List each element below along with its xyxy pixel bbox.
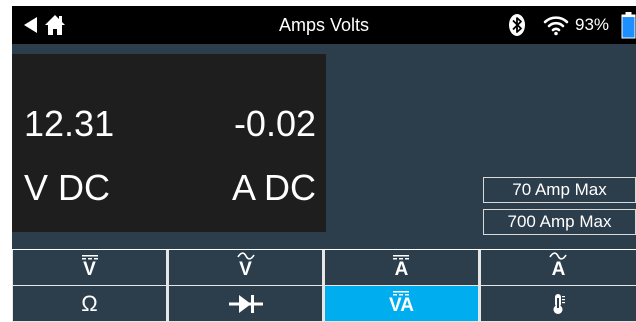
main-panel: 12.31 -0.02 V DC A DC 70 Amp Max 700 Amp… [12,44,636,249]
amps-ac-icon: A [549,252,568,279]
diode-icon [228,294,263,313]
mode-volts-dc-button[interactable]: V [13,250,166,285]
mode-temperature-button[interactable] [481,286,636,321]
measurement-readout: 12.31 -0.02 V DC A DC [12,54,326,232]
voltage-value: 12.31 [24,103,115,144]
mode-amps-ac-button[interactable]: A [481,250,636,285]
screen: Amps Volts 93% 12.31 -0.02 V DC A DC 70 … [12,6,636,322]
battery-percent: 93% [575,15,610,34]
bluetooth-icon [509,14,525,36]
title-bar: Amps Volts 93% [12,6,636,44]
ohms-label: Ω [81,290,98,316]
home-icon[interactable] [44,14,66,36]
volts-ac-icon: V [236,252,255,279]
volts-amps-dc-icon: VA [389,291,414,315]
back-arrow-icon[interactable] [21,15,41,35]
range-700-amp-button[interactable]: 700 Amp Max [483,209,636,235]
mode-volts-amps-dc-button[interactable]: VA [325,286,478,321]
thermometer-icon [553,293,565,314]
mode-diode-button[interactable] [169,286,322,321]
mode-grid: V V A A Ω VA [12,250,636,322]
current-unit: A DC [231,167,316,208]
wifi-icon [543,16,569,36]
voltage-unit: V DC [24,167,111,208]
mode-amps-dc-button[interactable]: A [325,250,478,285]
volts-dc-icon: V [81,255,98,279]
mode-volts-ac-button[interactable]: V [169,250,322,285]
amps-dc-icon: A [393,255,410,279]
page-title: Amps Volts [278,15,370,35]
range-70-amp-button[interactable]: 70 Amp Max [483,177,636,203]
battery-icon [621,12,636,39]
current-value: -0.02 [233,103,316,144]
mode-ohms-button[interactable]: Ω [13,286,166,321]
